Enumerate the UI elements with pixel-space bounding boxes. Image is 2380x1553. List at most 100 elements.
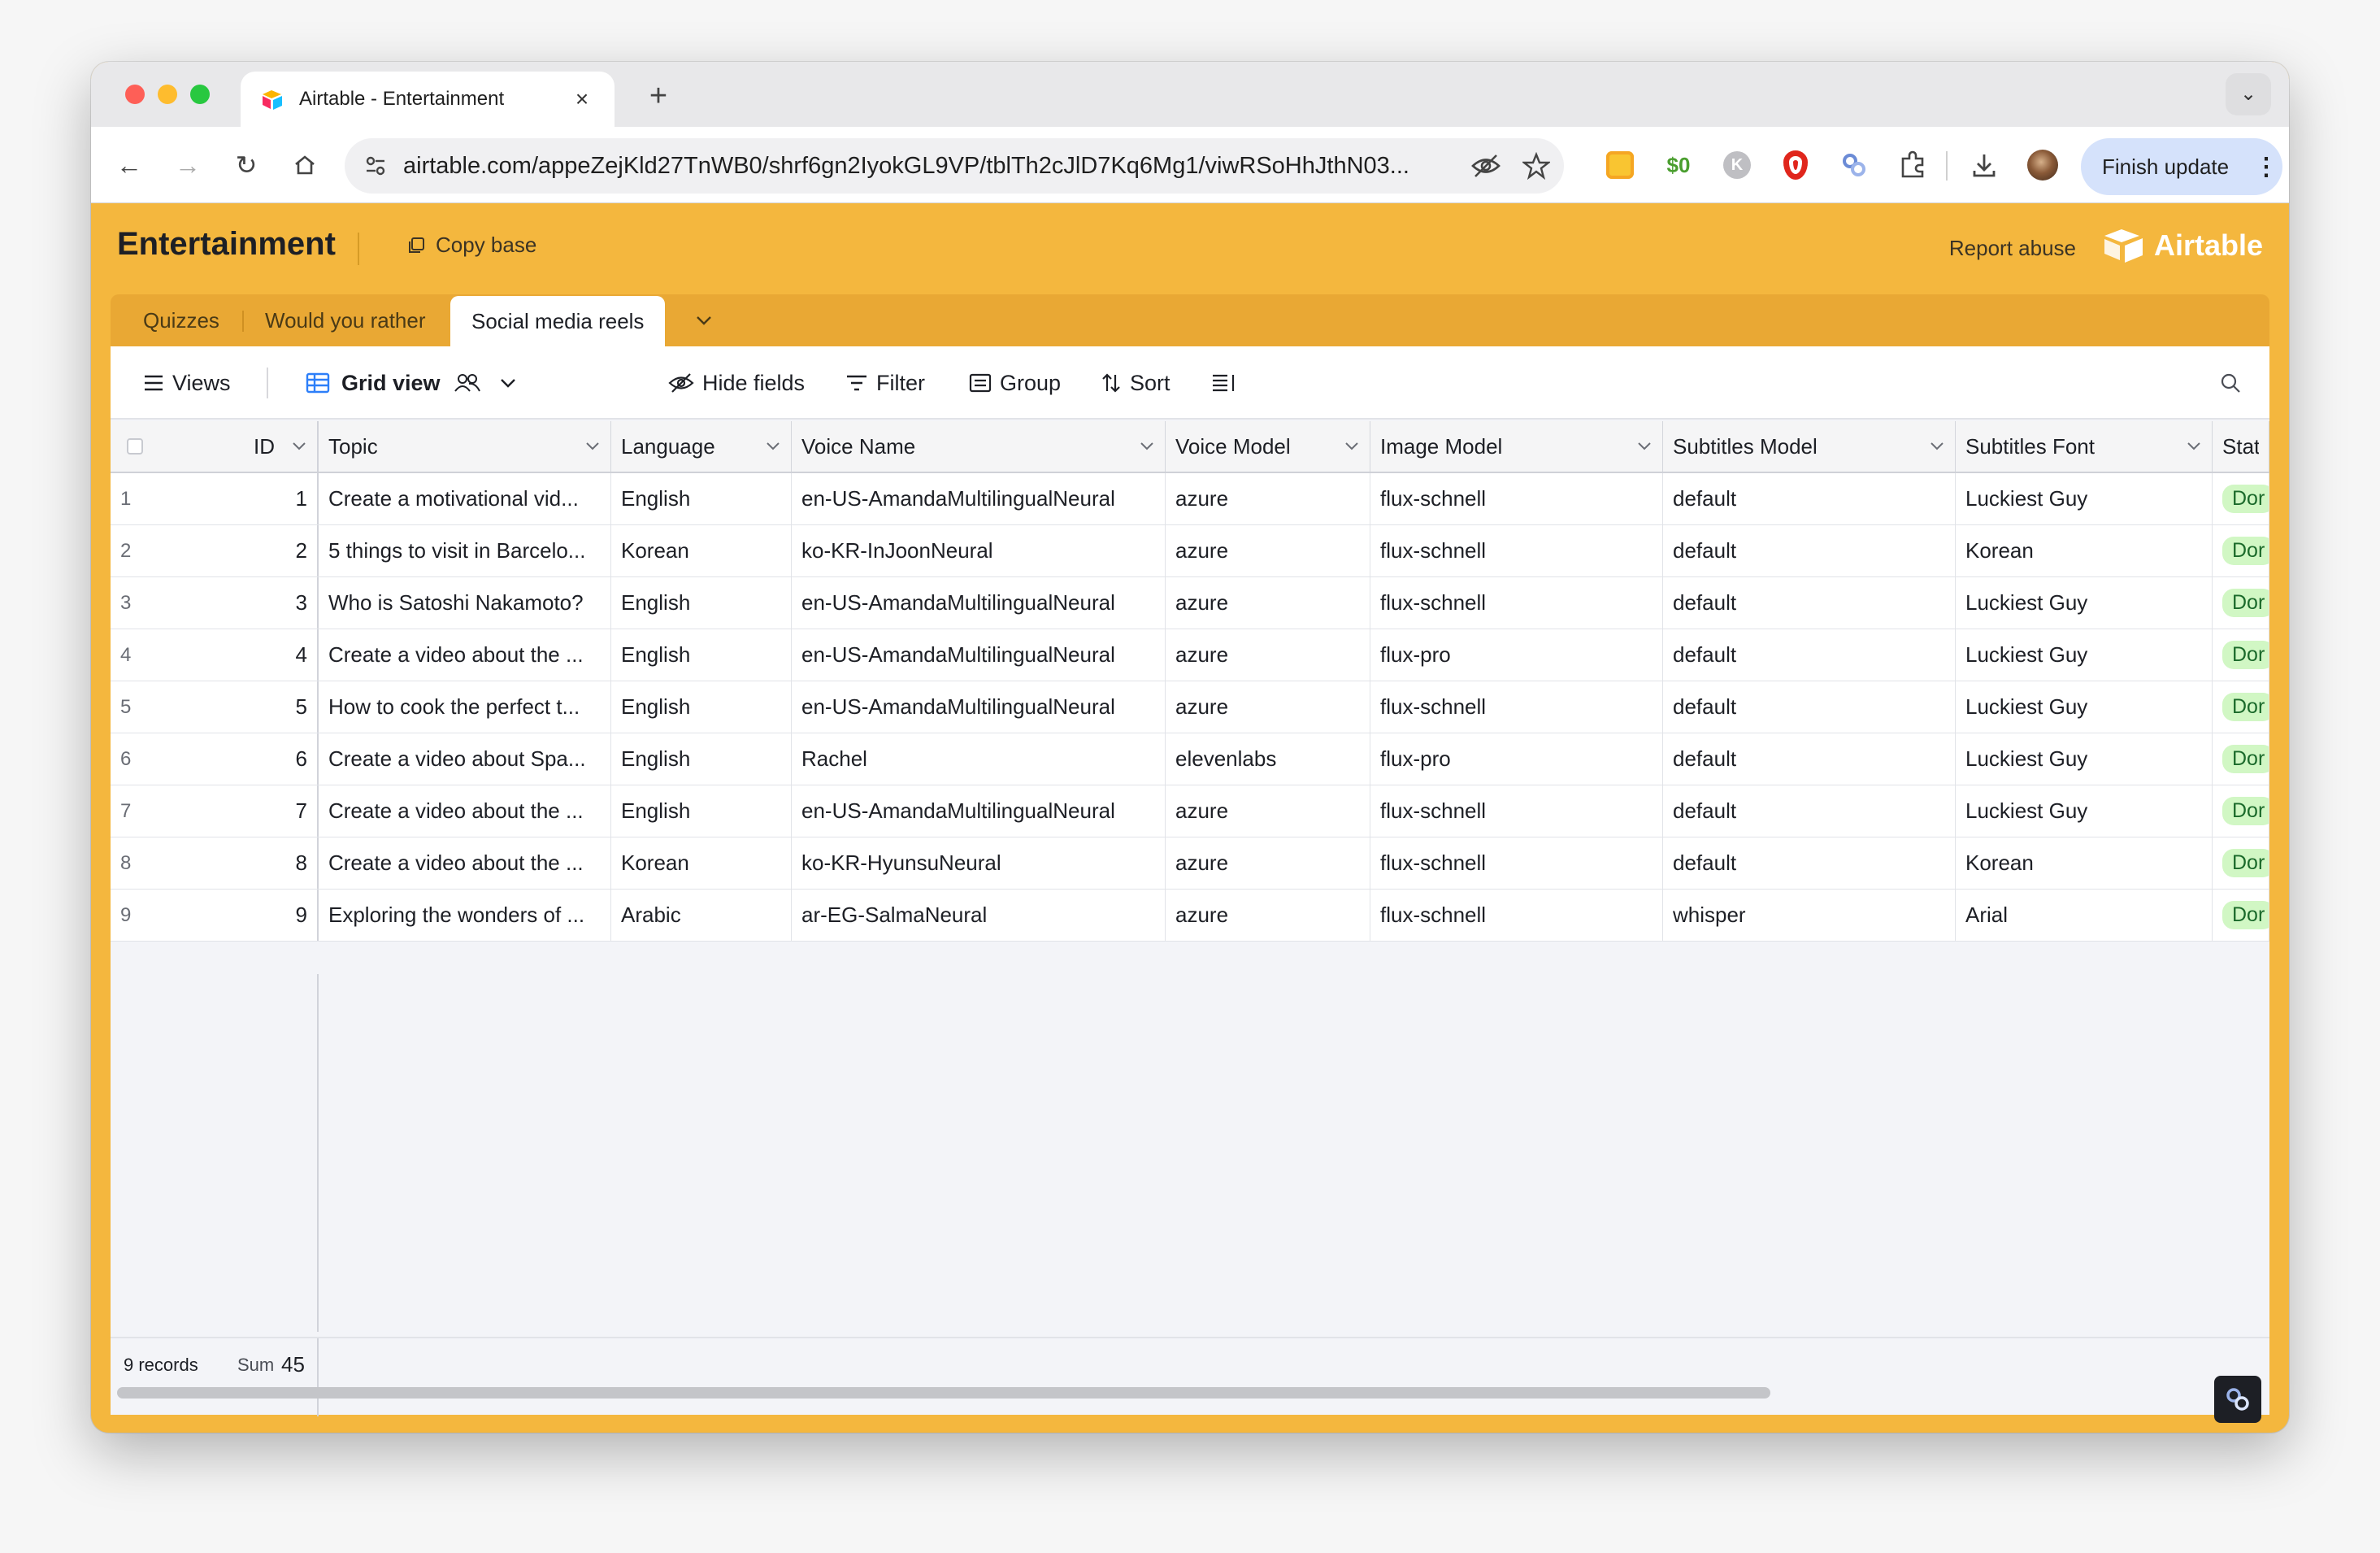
subtitles-font-cell[interactable]: Korean (1956, 837, 2213, 889)
table-row[interactable]: 4 4 Create a video about the ... English en-… (111, 629, 2269, 681)
language-cell[interactable]: English (611, 629, 792, 681)
column-header-status[interactable]: Statu (2213, 421, 2269, 472)
status-cell[interactable]: Dor (2213, 681, 2269, 733)
subtitles-font-cell[interactable]: Arial (1956, 890, 2213, 941)
voice-name-cell[interactable]: en-US-AmandaMultilingualNeural (792, 473, 1166, 524)
voice-name-cell[interactable]: Rachel (792, 733, 1166, 785)
voice-model-cell[interactable]: azure (1166, 577, 1370, 629)
image-model-cell[interactable]: flux-pro (1370, 733, 1663, 785)
extension-icon[interactable] (1834, 145, 1874, 185)
status-cell[interactable]: Dor (2213, 785, 2269, 837)
status-cell[interactable]: Dor (2213, 837, 2269, 889)
subtitles-font-cell[interactable]: Luckiest Guy (1956, 733, 2213, 785)
column-header-subtitles-font[interactable]: Subtitles Font (1956, 421, 2213, 472)
chevron-down-icon[interactable] (1344, 442, 1360, 451)
tab-would-you-rather[interactable]: Would you rather (244, 294, 447, 346)
sort-button[interactable]: Sort (1101, 366, 1170, 400)
tab-social-media-reels[interactable]: Social media reels (450, 296, 666, 346)
subtitles-model-cell[interactable]: default (1663, 681, 1956, 733)
home-icon[interactable] (283, 143, 327, 187)
image-model-cell[interactable]: flux-schnell (1370, 681, 1663, 733)
table-row[interactable]: 3 3 Who is Satoshi Nakamoto? English en-US-A… (111, 577, 2269, 629)
subtitles-model-cell[interactable]: default (1663, 837, 1956, 889)
status-cell[interactable]: Dor (2213, 577, 2269, 629)
topic-cell[interactable]: Create a motivational vid... (319, 473, 611, 524)
subtitles-model-cell[interactable]: default (1663, 629, 1956, 681)
airtable-logo[interactable]: Airtable (2102, 228, 2263, 263)
subtitles-model-cell[interactable]: default (1663, 733, 1956, 785)
table-row[interactable]: 225 things to visit in Barcelo... Korean k… (111, 525, 2269, 577)
voice-model-cell[interactable]: elevenlabs (1166, 733, 1370, 785)
table-row[interactable]: 8 8 Create a video about the ... Korean ko-K… (111, 837, 2269, 890)
filter-button[interactable]: Filter (845, 366, 925, 400)
row-id-cell[interactable]: 55 (111, 681, 319, 733)
topic-cell[interactable]: 5 things to visit in Barcelo... (319, 525, 611, 576)
subtitles-model-cell[interactable]: default (1663, 577, 1956, 629)
copy-base-button[interactable]: Copy base (406, 233, 536, 258)
extension-icon[interactable] (1775, 145, 1816, 185)
column-header-voice-model[interactable]: Voice Model (1166, 421, 1370, 472)
status-cell[interactable]: Dor (2213, 473, 2269, 524)
download-icon[interactable] (1964, 145, 2004, 185)
sum-label[interactable]: Sum (237, 1355, 274, 1376)
chevron-down-icon[interactable] (1929, 442, 1945, 451)
voice-name-cell[interactable]: ko-KR-InJoonNeural (792, 525, 1166, 576)
row-id-cell[interactable]: 22 (111, 525, 319, 576)
status-cell[interactable]: Dor (2213, 733, 2269, 785)
chevron-down-icon[interactable] (1139, 442, 1155, 451)
chevron-down-icon[interactable] (2186, 442, 2202, 451)
views-button[interactable]: Views (143, 366, 231, 400)
topic-cell[interactable]: Who is Satoshi Nakamoto? (319, 577, 611, 629)
search-button[interactable] (2219, 366, 2250, 400)
language-cell[interactable]: English (611, 681, 792, 733)
image-model-cell[interactable]: flux-schnell (1370, 577, 1663, 629)
image-model-cell[interactable]: flux-schnell (1370, 837, 1663, 889)
puzzle-icon[interactable] (1892, 145, 1933, 185)
language-cell[interactable]: English (611, 473, 792, 524)
column-header-image-model[interactable]: Image Model (1370, 421, 1663, 472)
topic-cell[interactable]: How to cook the perfect t... (319, 681, 611, 733)
grid-view-button[interactable]: Grid view (306, 366, 525, 400)
language-cell[interactable]: Arabic (611, 890, 792, 941)
chevron-down-icon[interactable] (1636, 442, 1653, 451)
row-height-button[interactable] (1211, 366, 1245, 400)
address-bar[interactable]: airtable.com/appeZejKld27TnWB0/shrf6gn2I… (345, 138, 1564, 194)
chevron-down-icon[interactable] (765, 442, 781, 451)
tab-quizzes[interactable]: Quizzes (122, 294, 241, 346)
zoom-window-button[interactable] (190, 85, 210, 104)
subtitles-font-cell[interactable]: Korean (1956, 525, 2213, 576)
status-cell[interactable]: Dor (2213, 525, 2269, 576)
topic-cell[interactable]: Create a video about Spa... (319, 733, 611, 785)
image-model-cell[interactable]: flux-schnell (1370, 785, 1663, 837)
subtitles-font-cell[interactable]: Luckiest Guy (1956, 473, 2213, 524)
more-menu-icon[interactable]: ⋮ (2250, 153, 2282, 181)
voice-model-cell[interactable]: azure (1166, 890, 1370, 941)
voice-model-cell[interactable]: azure (1166, 473, 1370, 524)
subtitles-font-cell[interactable]: Luckiest Guy (1956, 785, 2213, 837)
minimize-window-button[interactable] (158, 85, 177, 104)
select-all-checkbox[interactable] (127, 438, 143, 455)
voice-model-cell[interactable]: azure (1166, 837, 1370, 889)
topic-cell[interactable]: Create a video about the ... (319, 837, 611, 889)
language-cell[interactable]: English (611, 785, 792, 837)
voice-model-cell[interactable]: azure (1166, 525, 1370, 576)
topic-cell[interactable]: Create a video about the ... (319, 629, 611, 681)
column-header-subtitles-model[interactable]: Subtitles Model (1663, 421, 1956, 472)
subtitles-model-cell[interactable]: default (1663, 785, 1956, 837)
row-id-cell[interactable]: 99 (111, 890, 319, 941)
subtitles-model-cell[interactable]: default (1663, 525, 1956, 576)
row-id-cell[interactable]: 44 (111, 629, 319, 681)
site-settings-icon[interactable] (358, 148, 393, 184)
table-row[interactable]: 5 5 How to cook the perfect t... English en-… (111, 681, 2269, 733)
status-cell[interactable]: Dor (2213, 629, 2269, 681)
voice-name-cell[interactable]: en-US-AmandaMultilingualNeural (792, 577, 1166, 629)
back-icon[interactable]: ← (107, 143, 151, 187)
extension-icon[interactable] (1600, 145, 1640, 185)
voice-name-cell[interactable]: en-US-AmandaMultilingualNeural (792, 681, 1166, 733)
voice-name-cell[interactable]: ko-KR-HyunsuNeural (792, 837, 1166, 889)
table-row[interactable]: 7 7 Create a video about the ... English en-… (111, 785, 2269, 837)
voice-model-cell[interactable]: azure (1166, 681, 1370, 733)
language-cell[interactable]: Korean (611, 837, 792, 889)
topic-cell[interactable]: Exploring the wonders of ... (319, 890, 611, 941)
url-text[interactable]: airtable.com/appeZejKld27TnWB0/shrf6gn2I… (403, 153, 1463, 180)
